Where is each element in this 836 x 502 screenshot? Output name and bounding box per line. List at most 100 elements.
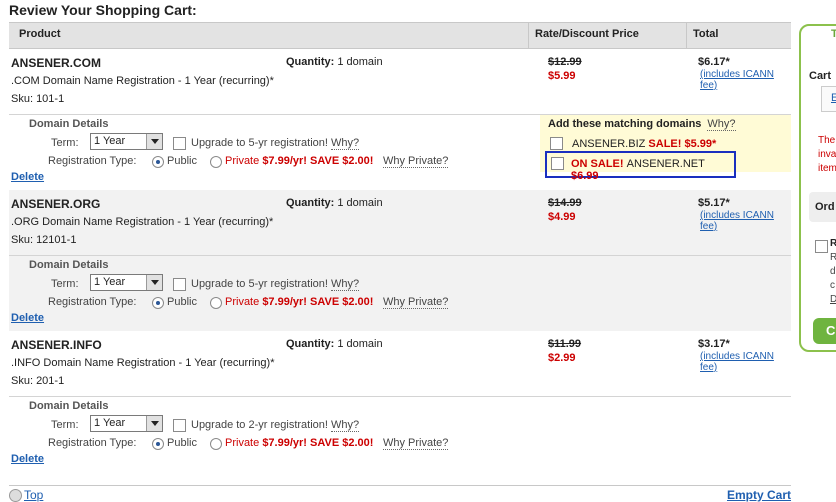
cart-label: Cart xyxy=(809,70,832,82)
sku: Sku: 101-1 xyxy=(11,93,65,105)
cart-item: ANSENER.COM .COM Domain Name Registratio… xyxy=(9,49,791,190)
private-label: Private $7.99/yr! SAVE $2.00! xyxy=(225,437,374,449)
registration-type-label: Registration Type: xyxy=(48,155,137,167)
public-label: Public xyxy=(167,155,197,167)
original-price: $11.99 xyxy=(548,338,582,350)
domain-details: Domain Details Term: 1 Year Upgrade to 2… xyxy=(9,396,791,454)
agreement-text: R R d c D xyxy=(830,238,836,305)
private-radio[interactable] xyxy=(210,297,222,309)
private-label: Private $7.99/yr! SAVE $2.00! xyxy=(225,155,374,167)
discount-price: $4.99 xyxy=(548,211,576,223)
net-suggestion: ON SALE! ANSENER.NET $6.99 xyxy=(571,158,705,182)
domain-description: .COM Domain Name Registration - 1 Year (… xyxy=(11,75,274,87)
domain-description: .ORG Domain Name Registration - 1 Year (… xyxy=(11,216,274,228)
sku: Sku: 201-1 xyxy=(11,375,65,387)
agree-checkbox[interactable] xyxy=(815,240,828,253)
domain-details-heading: Domain Details xyxy=(29,259,109,271)
icann-fee-link[interactable]: (includes ICANN fee) xyxy=(700,351,791,373)
why-link[interactable]: Why? xyxy=(331,419,360,432)
matching-domains-panel: Add these matching domains Why? ANSENER.B… xyxy=(540,115,791,182)
line-total: $6.17* xyxy=(698,56,730,68)
original-price: $12.99 xyxy=(548,56,582,68)
line-total: $5.17* xyxy=(698,197,730,209)
net-checkbox[interactable] xyxy=(551,157,564,170)
chevron-down-icon[interactable] xyxy=(146,134,162,149)
arrow-up-icon xyxy=(9,489,22,502)
registration-type-label: Registration Type: xyxy=(48,437,137,449)
order-box: Ord xyxy=(809,192,836,222)
cart-item: ANSENER.ORG .ORG Domain Name Registratio… xyxy=(9,190,791,331)
term-label: Term: xyxy=(51,419,79,431)
discount-price: $2.99 xyxy=(548,352,576,364)
term-select-value: 1 Year xyxy=(94,417,126,429)
public-label: Public xyxy=(167,296,197,308)
upgrade-checkbox[interactable] xyxy=(173,278,186,291)
term-select-value: 1 Year xyxy=(94,276,126,288)
warning-text: The inva item xyxy=(818,135,836,174)
edit-button[interactable]: E xyxy=(821,86,836,112)
order-summary-panel: T Cart E The inva item Ord R R d c D C xyxy=(799,24,836,352)
header-divider xyxy=(686,23,687,48)
domain-details: Domain Details Term: 1 Year Upgrade to 5… xyxy=(9,114,791,182)
delete-link[interactable]: Delete xyxy=(11,453,44,465)
sku: Sku: 12101-1 xyxy=(11,234,77,246)
footer-divider xyxy=(9,485,791,486)
continue-button[interactable]: C xyxy=(813,318,836,344)
line-total: $3.17* xyxy=(698,338,730,350)
public-radio[interactable] xyxy=(152,156,164,168)
upgrade-label: Upgrade to 5-yr registration! Why? xyxy=(191,137,360,150)
why-link[interactable]: Why? xyxy=(707,118,736,131)
private-radio[interactable] xyxy=(210,156,222,168)
domain-details: Domain Details Term: 1 Year Upgrade to 5… xyxy=(9,255,791,313)
quantity: Quantity: 1 domain xyxy=(286,197,383,209)
term-select[interactable]: 1 Year xyxy=(90,415,163,432)
public-radio[interactable] xyxy=(152,438,164,450)
term-select-value: 1 Year xyxy=(94,135,126,147)
upgrade-label: Upgrade to 5-yr registration! Why? xyxy=(191,278,360,291)
header-rate: Rate/Discount Price xyxy=(535,28,639,40)
registration-type-label: Registration Type: xyxy=(48,296,137,308)
icann-fee-link[interactable]: (includes ICANN fee) xyxy=(700,210,791,232)
empty-cart-link[interactable]: Empty Cart xyxy=(727,488,791,502)
net-suggestion-highlight: ON SALE! ANSENER.NET $6.99 xyxy=(545,151,736,182)
quantity: Quantity: 1 domain xyxy=(286,338,383,350)
domain-name: ANSENER.INFO xyxy=(11,338,102,352)
why-link[interactable]: Why? xyxy=(331,137,360,150)
term-label: Term: xyxy=(51,278,79,290)
chevron-down-icon[interactable] xyxy=(146,416,162,431)
why-private-link[interactable]: Why Private? xyxy=(383,155,449,168)
term-select[interactable]: 1 Year xyxy=(90,274,163,291)
biz-checkbox[interactable] xyxy=(550,137,563,150)
delete-link[interactable]: Delete xyxy=(11,171,44,183)
private-label: Private $7.99/yr! SAVE $2.00! xyxy=(225,296,374,308)
header-divider xyxy=(528,23,529,48)
original-price: $14.99 xyxy=(548,197,582,209)
upgrade-label: Upgrade to 2-yr registration! Why? xyxy=(191,419,360,432)
header-product: Product xyxy=(19,28,61,40)
why-link[interactable]: Why? xyxy=(331,278,360,291)
domain-details-heading: Domain Details xyxy=(29,400,109,412)
private-radio[interactable] xyxy=(210,438,222,450)
upgrade-checkbox[interactable] xyxy=(173,419,186,432)
public-label: Public xyxy=(167,437,197,449)
page-title: Review Your Shopping Cart: xyxy=(9,2,197,18)
biz-suggestion: ANSENER.BIZ SALE! $5.99* xyxy=(572,138,717,150)
cart-table: Product Rate/Discount Price Total ANSENE… xyxy=(9,22,791,472)
upgrade-checkbox[interactable] xyxy=(173,137,186,150)
chevron-down-icon[interactable] xyxy=(146,275,162,290)
cart-item: ANSENER.INFO .INFO Domain Name Registrat… xyxy=(9,331,791,472)
table-header: Product Rate/Discount Price Total xyxy=(9,22,791,49)
icann-fee-link[interactable]: (includes ICANN fee) xyxy=(700,69,791,91)
matching-domains-heading: Add these matching domains Why? xyxy=(548,118,736,131)
panel-title: T xyxy=(831,28,836,40)
public-radio[interactable] xyxy=(152,297,164,309)
why-private-link[interactable]: Why Private? xyxy=(383,296,449,309)
domain-name: ANSENER.COM xyxy=(11,56,102,70)
term-select[interactable]: 1 Year xyxy=(90,133,163,150)
delete-link[interactable]: Delete xyxy=(11,312,44,324)
domain-description: .INFO Domain Name Registration - 1 Year … xyxy=(11,357,275,369)
domain-name: ANSENER.ORG xyxy=(11,197,101,211)
why-private-link[interactable]: Why Private? xyxy=(383,437,449,450)
quantity: Quantity: 1 domain xyxy=(286,56,383,68)
top-link[interactable]: Top xyxy=(9,488,43,502)
